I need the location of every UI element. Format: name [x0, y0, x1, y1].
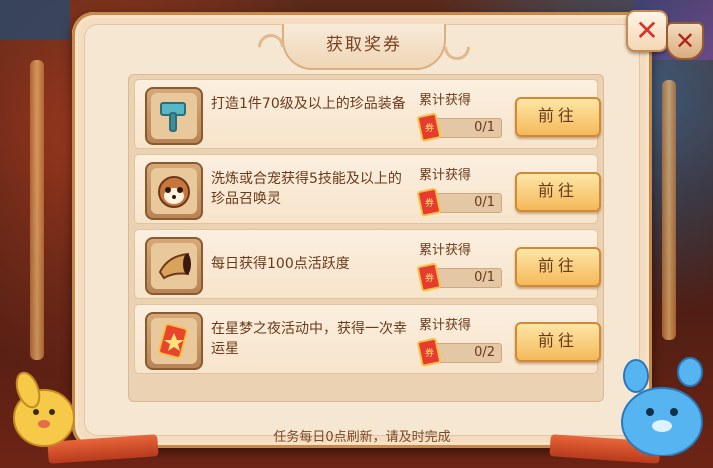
- task-icon-frame: [145, 87, 203, 145]
- yellow-mascot-icon: [8, 360, 80, 450]
- hammer-icon: [151, 93, 197, 139]
- task-description: 洗炼或合宠获得5技能及以上的珍品召唤灵: [211, 171, 402, 207]
- raccoon-icon: [151, 168, 197, 214]
- dialog-title: 获取奖券: [282, 24, 446, 70]
- task-icon-frame: [145, 162, 203, 220]
- progress-value: 0/1: [474, 120, 495, 135]
- close-icon: ✕: [674, 27, 696, 55]
- progress-label: 累计获得: [419, 318, 472, 333]
- task-row: 打造1件70级及以上的珍品装备 累计获得 0/1 券 前往: [134, 79, 601, 149]
- ticket-icon: 券: [417, 112, 443, 142]
- blue-mascot-icon: [610, 356, 710, 457]
- background-pillar: [30, 60, 44, 360]
- ticket-icon: 券: [417, 187, 443, 217]
- task-row: 在星梦之夜活动中，获得一次幸运星 累计获得 0/2 券 前往: [134, 304, 601, 374]
- task-row: 洗炼或合宠获得5技能及以上的珍品召唤灵 累计获得 0/1 券 前往: [134, 154, 601, 224]
- task-icon-frame: [145, 237, 203, 295]
- progress-value: 0/2: [474, 345, 495, 360]
- go-button[interactable]: 前往: [515, 322, 601, 362]
- svg-text:券: 券: [425, 122, 434, 134]
- background-decoration: [0, 0, 70, 40]
- go-button[interactable]: 前往: [515, 172, 601, 212]
- ticket-icon: 券: [417, 337, 443, 367]
- close-icon: ✕: [635, 14, 659, 47]
- task-row: 每日获得100点活跃度 累计获得 0/1 券 前往: [134, 229, 601, 299]
- progress-label: 累计获得: [419, 168, 472, 183]
- task-list: 打造1件70级及以上的珍品装备 累计获得 0/1 券 前往 洗炼或合宠获得5技能…: [128, 74, 604, 402]
- ticket-icon: 券: [417, 262, 443, 292]
- close-button[interactable]: ✕: [626, 10, 668, 52]
- lucky-star-card-icon: [151, 318, 197, 364]
- progress-label: 累计获得: [419, 243, 472, 258]
- task-description: 在星梦之夜活动中，获得一次幸运星: [211, 321, 407, 357]
- progress-value: 0/1: [474, 195, 495, 210]
- svg-text:券: 券: [425, 272, 434, 284]
- horn-icon: [151, 243, 197, 289]
- background-pillar: [662, 80, 676, 340]
- task-description: 每日获得100点活跃度: [211, 256, 350, 272]
- svg-text:券: 券: [425, 347, 434, 359]
- task-icon-frame: [145, 312, 203, 370]
- svg-text:券: 券: [425, 197, 434, 209]
- progress-label: 累计获得: [419, 93, 472, 108]
- background-close-button[interactable]: ✕: [666, 22, 704, 60]
- progress-value: 0/1: [474, 270, 495, 285]
- go-button[interactable]: 前往: [515, 97, 601, 137]
- go-button[interactable]: 前往: [515, 247, 601, 287]
- task-description: 打造1件70级及以上的珍品装备: [211, 96, 406, 112]
